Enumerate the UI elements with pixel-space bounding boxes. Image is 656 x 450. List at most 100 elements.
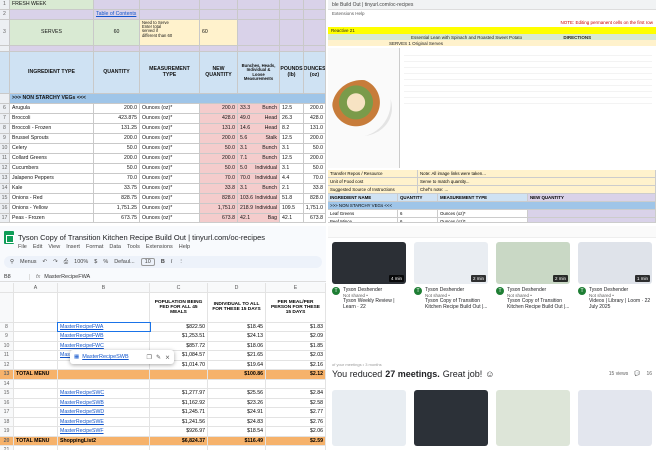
video-card[interactable]: 4 min T Tyson Deshender Not shared • Tyson … <box>332 242 406 310</box>
new-quantity[interactable]: 50.0 <box>200 164 238 173</box>
menu-label[interactable] <box>14 398 58 407</box>
search-icon[interactable]: ⚲ <box>10 259 14 265</box>
unit-count[interactable]: 5.0 Individual <box>238 164 280 173</box>
video-title[interactable]: Videos | Library | Loom · 22 July 2025 <box>589 298 652 310</box>
pounds[interactable]: 8.2 <box>280 124 304 133</box>
quantity[interactable]: 33.75 <box>94 184 140 193</box>
popup-link[interactable]: MasterRecipeSWB <box>82 354 142 360</box>
measurement-type[interactable]: Ounces (oz)* <box>140 104 200 113</box>
pounds[interactable]: 109.5 <box>280 204 304 213</box>
pounds[interactable]: 12.5 <box>280 134 304 143</box>
unit-count[interactable]: 33.3 Bunch <box>238 104 280 113</box>
individual-cost[interactable]: $23.26 <box>208 398 266 407</box>
ingredient-name[interactable]: Cucumbers <box>10 164 94 173</box>
video-card[interactable]: 1 min T Tyson Deshender Not shared • Videos… <box>578 242 652 310</box>
pounds[interactable]: 51.8 <box>280 194 304 203</box>
edit-icon[interactable]: ✎ <box>156 354 161 361</box>
video-thumbnail[interactable] <box>496 390 570 446</box>
column-header[interactable]: A <box>14 283 58 292</box>
video-card[interactable]: 2 min T Tyson Deshender Not shared • Tyson … <box>496 242 570 310</box>
new-quantity[interactable]: 70.0 <box>200 174 238 183</box>
individual-cost[interactable]: $19.64 <box>208 360 266 369</box>
menu-label[interactable] <box>14 379 58 388</box>
video-card[interactable]: 2 min T Tyson Deshender Not shared • Tyson … <box>414 242 488 310</box>
menu-label[interactable]: TOTAL MENU <box>14 370 58 379</box>
menu-label[interactable] <box>14 322 58 331</box>
video-title[interactable]: Tyson Copy of Transition Kitchen Recipe … <box>507 298 570 310</box>
per-meal-cost[interactable]: $2.16 <box>266 360 326 369</box>
menu-help[interactable]: Help <box>179 244 190 250</box>
per-meal-cost[interactable] <box>266 446 326 450</box>
recipe-link[interactable]: MasterRecipeSWC <box>58 389 150 398</box>
recipe-link[interactable]: MasterRecipeSWB <box>58 398 150 407</box>
unit-count[interactable]: 3.1 Bunch <box>238 184 280 193</box>
recipe-link[interactable]: ShoppingList2 <box>58 436 150 445</box>
ingredient-name[interactable]: Leaf Greens <box>328 210 398 217</box>
individual-cost[interactable]: $18.54 <box>208 427 266 436</box>
recipe-link[interactable]: MasterRecipeFWC <box>58 341 150 350</box>
unlink-icon[interactable]: ⨯ <box>165 354 170 361</box>
ingredient-name[interactable]: Celery <box>10 144 94 153</box>
font-select[interactable]: Defaul... <box>114 259 134 265</box>
menu-data[interactable]: Data <box>109 244 121 250</box>
menu-file[interactable]: File <box>18 244 27 250</box>
quantity[interactable]: 1,751.25 <box>94 204 140 213</box>
per-meal-cost[interactable]: $2.77 <box>266 408 326 417</box>
ounces[interactable]: 200.0 <box>304 134 325 143</box>
undo-icon[interactable]: ↶ <box>43 259 48 265</box>
video-thumbnail[interactable] <box>578 390 652 446</box>
unit-count[interactable]: 14.6 Head <box>238 124 280 133</box>
ingredient-name[interactable]: Broccoli - Frozen <box>10 124 94 133</box>
new-quantity[interactable]: 33.8 <box>200 184 238 193</box>
pounds[interactable]: 42.1 <box>280 214 304 222</box>
recipe-link[interactable] <box>58 446 150 450</box>
quantity[interactable]: 200.0 <box>94 104 140 113</box>
per-meal-cost[interactable]: $2.76 <box>266 417 326 426</box>
population-cost[interactable]: $1,253.51 <box>150 332 208 341</box>
unit-count[interactable]: 218.9 Individual <box>238 204 280 213</box>
per-meal-cost[interactable]: $2.58 <box>266 398 326 407</box>
unit-count[interactable]: 3.1 Bunch <box>238 144 280 153</box>
print-icon[interactable]: ⎙ <box>64 259 68 266</box>
redo-icon[interactable]: ↷ <box>53 259 58 265</box>
column-header[interactable]: C <box>150 283 208 292</box>
menu-view[interactable]: View <box>48 244 60 250</box>
individual-cost[interactable] <box>208 379 266 388</box>
recipe-link[interactable] <box>58 379 150 388</box>
individual-cost[interactable] <box>208 446 266 450</box>
video-thumbnail[interactable]: 4 min <box>332 242 406 284</box>
individual-cost[interactable]: $116.49 <box>208 436 266 445</box>
ingredient-name[interactable]: Brussel Sprouts <box>10 134 94 143</box>
measurement-type[interactable]: Ounces (oz)* <box>140 164 200 173</box>
individual-cost[interactable]: $24.83 <box>208 417 266 426</box>
measurement-type[interactable]: Ounces (oz)* <box>140 144 200 153</box>
new-quantity[interactable]: 200.0 <box>200 134 238 143</box>
per-meal-cost[interactable]: $2.03 <box>266 351 326 360</box>
quantity[interactable]: 200.0 <box>94 154 140 163</box>
corner-cell[interactable] <box>0 283 14 292</box>
unit-count[interactable]: 42.1 Bag <box>238 214 280 222</box>
ounces[interactable]: 50.0 <box>304 144 325 153</box>
population-cost[interactable] <box>150 370 208 379</box>
new-quantity[interactable]: 1,751.0 <box>200 204 238 213</box>
video-thumbnail[interactable] <box>332 390 406 446</box>
quantity[interactable]: 70.0 <box>94 174 140 183</box>
quantity[interactable]: 50.0 <box>94 164 140 173</box>
menu-label[interactable] <box>14 417 58 426</box>
serves-override[interactable]: 60 <box>200 20 238 45</box>
ounces[interactable]: 200.0 <box>304 104 325 113</box>
more-icon[interactable]: ⋮ <box>178 259 184 265</box>
quantity[interactable]: 423.875 <box>94 114 140 123</box>
menus-search[interactable]: Menus <box>20 259 37 265</box>
ingredient-name[interactable]: Arugula <box>10 104 94 113</box>
measurement-type[interactable]: Ounces (oz)* <box>438 218 528 222</box>
measurement-type[interactable]: Ounces (oz)* <box>140 204 200 213</box>
quantity[interactable]: 50.0 <box>94 144 140 153</box>
population-cost[interactable] <box>150 379 208 388</box>
video-thumbnail[interactable]: 1 min <box>578 242 652 284</box>
currency-icon[interactable]: $ <box>94 259 97 265</box>
per-meal-cost[interactable] <box>266 379 326 388</box>
population-cost[interactable]: $6,824.37 <box>150 436 208 445</box>
new-quantity[interactable] <box>528 210 656 217</box>
measurement-type[interactable]: Ounces (oz)* <box>140 124 200 133</box>
